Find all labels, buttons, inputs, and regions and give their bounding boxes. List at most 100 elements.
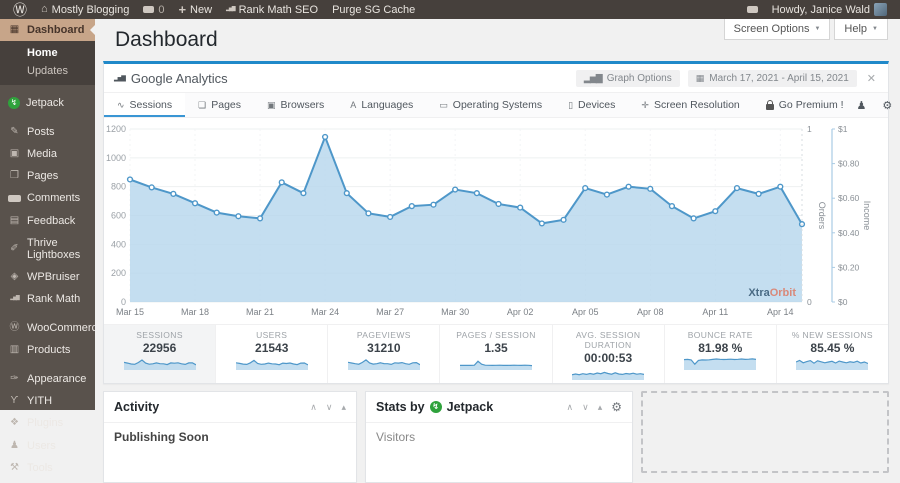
sidebar-item-pages[interactable]: ❐ Pages <box>0 165 95 187</box>
stat-pageviews[interactable]: PAGEVIEWS 31210 <box>328 325 441 383</box>
chevron-down-icon[interactable]: ∨ <box>582 402 589 413</box>
collapse-icon[interactable]: ▴ <box>341 402 346 413</box>
stat-label: BOUNCE RATE <box>687 330 753 340</box>
stat-new-sessions[interactable]: % NEW SESSIONS 85.45 % <box>777 325 888 383</box>
stat-sparkline <box>106 356 213 370</box>
sidebar-item-appearance[interactable]: ✑ Appearance <box>0 368 95 390</box>
tab-operating-systems[interactable]: ▭ Operating Systems <box>426 93 555 117</box>
submenu-item-home[interactable]: Home <box>0 44 95 62</box>
widget-header[interactable]: Stats by ↯ Jetpack ∧ ∨ ▴ ⚙ <box>366 392 632 423</box>
tab-go-premium[interactable]: Go Premium ! <box>753 93 857 117</box>
widget-header[interactable]: Activity ∧ ∨ ▴ <box>104 392 356 423</box>
menu-separator <box>0 85 95 92</box>
widget-drop-zone <box>641 391 889 473</box>
tab-devices[interactable]: ▯ Devices <box>555 93 628 117</box>
data-point <box>625 183 632 190</box>
income-tick: $0.40 <box>838 228 860 238</box>
sidebar-item-users[interactable]: ♟ Users <box>0 435 95 457</box>
close-icon[interactable]: ✕ <box>865 72 878 85</box>
site-menu[interactable]: ⌂ Mostly Blogging <box>34 0 136 19</box>
sidebar-item-rank-math[interactable]: ▂▅▇ Rank Math <box>0 288 95 310</box>
x-axis-tick: Mar 15 <box>116 307 144 317</box>
jetpack-brand-label: Jetpack <box>446 400 494 414</box>
tab-bar-actions: ♟ ⚙ <box>857 93 900 117</box>
browser-icon: ▣ <box>267 99 276 110</box>
stat-bounce-rate[interactable]: BOUNCE RATE 81.98 % <box>665 325 777 383</box>
graph-options-label: Graph Options <box>606 73 672 84</box>
data-point <box>603 191 611 198</box>
tab-pages[interactable]: ❏ Pages <box>185 93 254 117</box>
sidebar-item-posts[interactable]: ✎ Posts <box>0 121 95 143</box>
stats-by-label: Stats by <box>376 400 425 414</box>
notifications-menu[interactable] <box>740 0 765 19</box>
new-menu[interactable]: + New <box>171 0 219 19</box>
audience-users-icon[interactable]: ♟ <box>857 99 867 112</box>
sidebar-item-yith[interactable]: Ƴ YITH <box>0 390 95 412</box>
chevron-up-icon[interactable]: ∧ <box>567 402 574 413</box>
tab-label: Pages <box>211 99 242 111</box>
users-icon: ♟ <box>10 439 19 451</box>
sidebar-item-feedback[interactable]: ▤ Feedback <box>0 210 95 232</box>
stat-value: 00:00:53 <box>584 351 633 365</box>
products-icon: ▥ <box>9 344 20 356</box>
sidebar-item-thrive-lightboxes[interactable]: ✐ Thrive Lightboxes <box>0 232 95 266</box>
tab-label: Devices <box>578 99 616 111</box>
stat-value: 1.35 <box>484 341 508 355</box>
stat-pages-session[interactable]: PAGES / SESSION 1.35 <box>440 325 553 383</box>
graph-options-button[interactable]: ▂▅▇ Graph Options <box>575 70 680 87</box>
x-axis-tick: Apr 11 <box>702 307 728 317</box>
x-axis-tick: Mar 21 <box>246 307 274 317</box>
sidebar-item-products[interactable]: ▥ Products <box>0 339 95 361</box>
account-menu[interactable]: Howdy, Janice Wald <box>765 0 894 19</box>
stat-sessions[interactable]: SESSIONS 22956 <box>104 325 217 383</box>
tab-screen-resolution[interactable]: ✛ Screen Resolution <box>628 93 752 117</box>
data-point <box>495 200 502 208</box>
tab-sessions[interactable]: ∿ Sessions <box>104 93 186 117</box>
date-range-button[interactable]: ▦ March 17, 2021 - April 15, 2021 <box>687 70 857 87</box>
submenu-item-updates[interactable]: Updates <box>0 62 95 80</box>
widget-title: Google Analytics <box>130 71 228 86</box>
sparkline-chart <box>347 359 420 370</box>
settings-gear-icon[interactable]: ⚙ <box>882 99 892 112</box>
tab-languages[interactable]: A Languages <box>337 93 426 117</box>
analytics-chart[interactable]: 0 200 400 600 800 1000 1200 Mar 15 Mar 18 Mar 21 M… <box>104 119 888 324</box>
data-point <box>300 190 307 197</box>
sidebar-item-comments[interactable]: Comments <box>0 187 95 209</box>
purge-cache-menu[interactable]: Purge SG Cache <box>325 0 422 19</box>
collapse-icon[interactable]: ▴ <box>598 402 603 413</box>
screen-options-button[interactable]: Screen Options ▼ <box>723 19 831 40</box>
sidebar-item-jetpack[interactable]: ↯ Jetpack <box>0 92 95 114</box>
x-axis-tick: Mar 27 <box>376 307 404 317</box>
speech-bubble-icon <box>746 6 758 13</box>
sidebar-item-label: WooCommerce <box>27 322 104 335</box>
bar-chart-icon: ▂▅▇ <box>583 73 603 83</box>
sidebar-item-woocommerce[interactable]: Ⓦ WooCommerce <box>0 317 104 339</box>
activity-content: Publishing Soon <box>114 430 209 444</box>
rank-math-menu[interactable]: ▂▅▇ Rank Math SEO <box>219 0 325 19</box>
comments-menu[interactable]: 0 <box>136 0 171 19</box>
sidebar-item-wpbruiser[interactable]: ◈ WPBruiser <box>0 266 95 288</box>
language-icon: A <box>350 99 357 110</box>
stat-users[interactable]: USERS 21543 <box>216 325 329 383</box>
sidebar-item-plugins[interactable]: ❖ Plugins <box>0 412 95 434</box>
sidebar-item-dashboard[interactable]: ▦ Dashboard <box>0 19 95 42</box>
gear-icon[interactable]: ⚙ <box>611 400 622 414</box>
stat-avg-session-duration[interactable]: AVG. SESSION DURATION 00:00:53 <box>553 325 665 383</box>
sparkline-chart <box>123 359 196 370</box>
chevron-down-icon[interactable]: ∨ <box>326 402 333 413</box>
sidebar-item-media[interactable]: ▣ Media <box>0 143 95 165</box>
data-point <box>387 213 394 221</box>
sparkline-chart <box>235 359 308 370</box>
purge-cache-label: Purge SG Cache <box>332 3 416 16</box>
data-point <box>278 179 285 186</box>
help-button[interactable]: Help ▼ <box>834 19 888 40</box>
sidebar-item-tools[interactable]: ⚒ Tools <box>0 457 95 479</box>
x-axis-tick: Apr 08 <box>637 307 664 317</box>
widget-header: ▂▅▇ Google Analytics ▂▅▇ Graph Options ▦… <box>104 64 888 92</box>
y-axis-tick: 0 <box>121 297 126 307</box>
wp-logo-menu[interactable]: Ⓦ <box>6 0 34 19</box>
income-tick: $0 <box>838 297 848 307</box>
orders-axis-label: Orders <box>817 202 827 230</box>
tab-browsers[interactable]: ▣ Browsers <box>254 93 337 117</box>
chevron-up-icon[interactable]: ∧ <box>310 402 317 413</box>
